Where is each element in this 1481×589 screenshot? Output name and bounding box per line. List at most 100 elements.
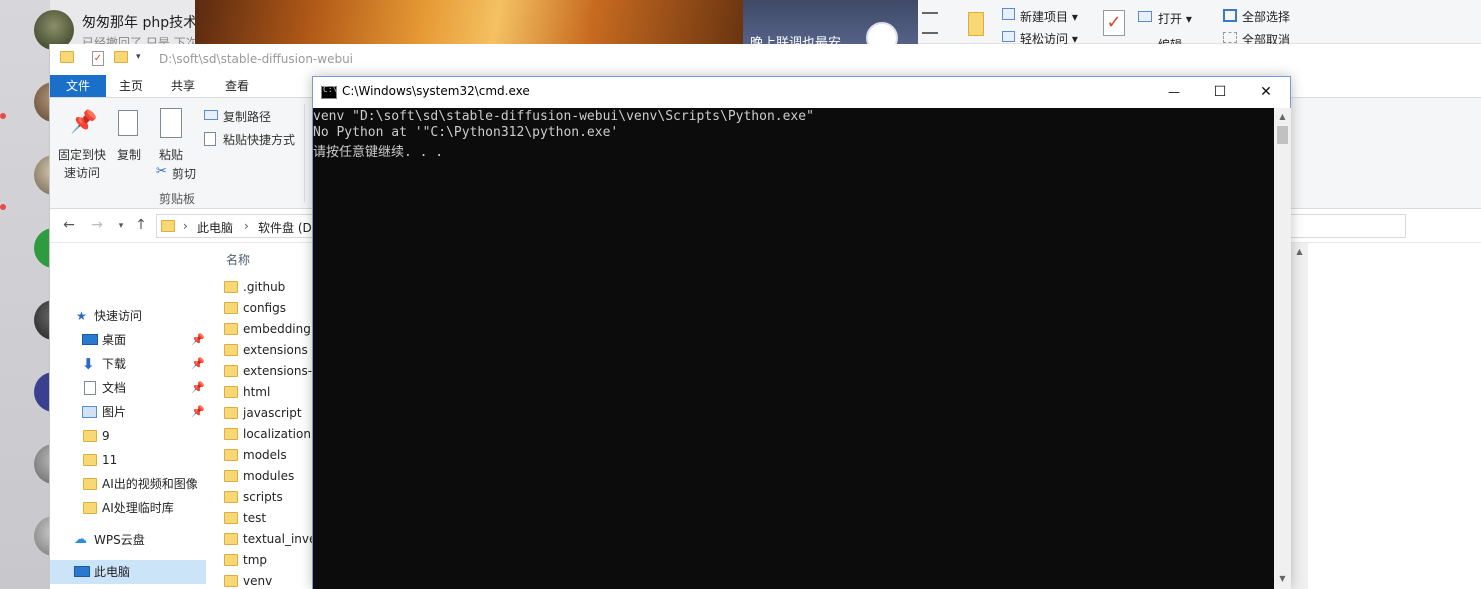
nav-documents[interactable]: 文档 📌 [50, 376, 206, 400]
tab-home[interactable]: 主页 [108, 75, 154, 97]
scroll-up-arrow-icon[interactable]: ▲ [1274, 112, 1291, 121]
pin-to-quick-access-label-2[interactable]: 速访问 [64, 164, 100, 181]
nav-downloads[interactable]: ⬇ 下载 📌 [50, 352, 206, 376]
list-item[interactable]: extensions [224, 340, 308, 361]
window-title: D:\soft\sd\stable-diffusion-webui [159, 52, 354, 66]
list-item[interactable]: venv [224, 571, 272, 589]
breadcrumb-drive-d[interactable]: 软件盘 (D: [258, 219, 316, 236]
scroll-thumb[interactable] [1277, 126, 1288, 144]
select-all-button[interactable]: 全部选择 [1242, 8, 1290, 25]
nav-ai-video[interactable]: AI出的视频和图像 [50, 472, 206, 496]
file-name: models [243, 448, 287, 462]
nav-folder-9[interactable]: 9 [50, 424, 206, 448]
nav-desktop[interactable]: 桌面 📌 [50, 328, 206, 352]
tab-share[interactable]: 共享 [160, 75, 206, 97]
pin-icon[interactable]: 📌 [191, 376, 205, 400]
back-arrow-icon[interactable]: ← [60, 217, 78, 233]
nav-folder-11[interactable]: 11 [50, 448, 206, 472]
copy-path-button[interactable]: 复制路径 [223, 108, 271, 125]
download-arrow-icon: ⬇ [82, 355, 95, 373]
console-scrollbar[interactable]: ▲ ▼ [1274, 108, 1291, 589]
nav-wps-cloud-label: WPS云盘 [94, 533, 145, 547]
file-name: extensions- [243, 364, 313, 378]
file-name: javascript [243, 406, 302, 420]
nav-ai-temp[interactable]: AI处理临时库 [50, 496, 206, 520]
list-item[interactable]: models [224, 445, 287, 466]
maximize-button[interactable]: ☐ [1197, 77, 1243, 108]
nav-quick-access-label: 快速访问 [94, 309, 143, 323]
breadcrumb-separator-icon[interactable]: › [244, 219, 249, 233]
open-button[interactable]: 打开 ▾ [1158, 10, 1192, 27]
list-item[interactable]: .github [224, 277, 285, 298]
list-item[interactable]: localization [224, 424, 311, 445]
nav-pictures[interactable]: 图片 📌 [50, 400, 206, 424]
nav-downloads-label: 下载 [102, 357, 127, 371]
list-item[interactable]: embedding [224, 319, 311, 340]
nav-this-pc[interactable]: 此电脑 [50, 560, 206, 584]
pin-to-quick-access-label-1[interactable]: 固定到快 [58, 146, 106, 163]
new-folder-icon[interactable] [114, 51, 128, 63]
list-item[interactable]: test [224, 508, 266, 529]
folder-icon [224, 406, 238, 419]
cut-button[interactable]: 剪切 [172, 165, 196, 182]
pin-icon[interactable]: 📌 [191, 328, 205, 352]
paste-shortcut-button[interactable]: 粘贴快捷方式 [223, 131, 295, 148]
tab-view[interactable]: 查看 [214, 75, 260, 97]
minimize-button[interactable]: — [1151, 77, 1197, 108]
list-item[interactable]: scripts [224, 487, 283, 508]
file-name: localization [243, 427, 311, 441]
copy-button[interactable]: 复制 [117, 146, 141, 163]
list-item[interactable]: extensions- [224, 361, 312, 382]
desktop-icon [82, 334, 98, 345]
console-output[interactable]: venv "D:\soft\sd\stable-diffusion-webui\… [313, 108, 1274, 589]
up-arrow-icon[interactable]: ↑ [132, 217, 150, 233]
scroll-down-arrow-icon[interactable]: ▼ [1274, 574, 1291, 583]
folder-icon [224, 301, 238, 314]
address-folder-icon [161, 220, 175, 232]
star-icon: ★ [76, 309, 87, 323]
scissors-icon: ✂ [156, 164, 167, 179]
pin-icon[interactable]: 📌 [191, 400, 205, 424]
column-header-name[interactable]: 名称 [226, 251, 250, 268]
copy-path-icon [204, 110, 218, 120]
cmd-titlebar[interactable]: C:\ C:\Windows\system32\cmd.exe — ☐ ✕ [313, 77, 1290, 108]
terminal-icon: C:\ [321, 85, 338, 99]
nav-wps-cloud[interactable]: ☁ WPS云盘 [50, 528, 206, 552]
folder-icon [224, 511, 238, 524]
pin-icon[interactable]: 📌 [191, 352, 205, 376]
breadcrumb-separator-icon[interactable]: › [183, 219, 188, 233]
nav-this-pc-label: 此电脑 [94, 565, 131, 579]
explorer-titlebar: ✓ ▾ D:\soft\sd\stable-diffusion-webui [50, 44, 1481, 75]
list-item[interactable]: javascript [224, 403, 302, 424]
list-item[interactable]: html [224, 382, 270, 403]
list-item[interactable]: modules [224, 466, 294, 487]
file-name: test [243, 511, 267, 525]
list-item[interactable]: tmp [224, 550, 267, 571]
quick-toolbar-dropdown-icon[interactable]: ▾ [136, 52, 141, 62]
nav-ai-temp-label: AI处理临时库 [102, 501, 174, 515]
folder-icon [224, 343, 238, 356]
new-item-button[interactable]: 新建项目 ▾ [1020, 8, 1078, 25]
file-name: configs [243, 301, 286, 315]
properties-check-icon[interactable]: ✓ [92, 51, 104, 66]
chat-contact-name[interactable]: 匆匆那年 php技术 [82, 12, 197, 32]
paste-button[interactable]: 粘贴 [159, 146, 183, 163]
list-item[interactable]: configs [224, 298, 286, 319]
folder-icon [83, 502, 97, 514]
forward-arrow-icon[interactable]: → [88, 217, 106, 233]
recent-locations-chevron-icon[interactable]: ▾ [112, 221, 130, 231]
nav-quick-access[interactable]: ★ 快速访问 [50, 304, 206, 328]
list-item[interactable]: textual_inve [224, 529, 316, 550]
terminal-icon-text: C:\ [323, 85, 338, 94]
file-name: scripts [243, 490, 283, 504]
tab-file[interactable]: 文件 [50, 75, 106, 97]
file-list-scrollbar[interactable]: ▲ [1291, 243, 1308, 589]
folder-icon [224, 532, 238, 545]
console-line: No Python at '"C:\Python312\python.exe' [313, 125, 619, 140]
folder-icon [224, 469, 238, 482]
close-button[interactable]: ✕ [1243, 77, 1289, 108]
scroll-up-arrow-icon[interactable]: ▲ [1291, 247, 1308, 256]
paste-icon [160, 108, 182, 138]
breadcrumb-this-pc[interactable]: 此电脑 [197, 219, 233, 236]
select-none-icon [1223, 32, 1237, 43]
